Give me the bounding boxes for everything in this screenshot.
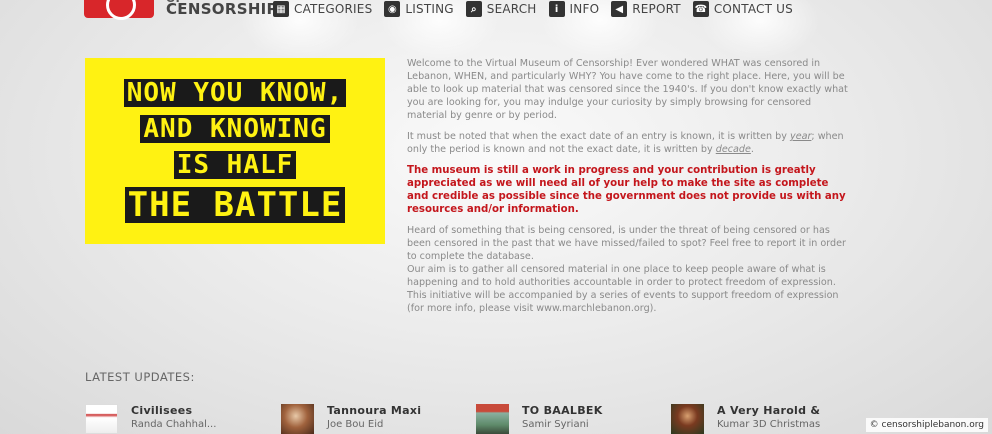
- welcome-paragraph: Welcome to the Virtual Museum of Censors…: [407, 58, 848, 121]
- nav-label: LISTING: [405, 2, 454, 16]
- megaphone-icon: ◀: [611, 1, 628, 17]
- update-thumbnail[interactable]: [671, 404, 704, 434]
- text: .: [750, 144, 754, 155]
- update-thumbnail[interactable]: [85, 404, 118, 434]
- phone-icon: ☎: [692, 1, 709, 17]
- decade-link[interactable]: decade: [716, 144, 751, 155]
- update-title[interactable]: A Very Harold &: [717, 404, 820, 418]
- update-item[interactable]: TO BAALBEK Samir Syriani: [476, 404, 603, 434]
- nav-contact[interactable]: ☎ CONTACT US: [692, 1, 793, 17]
- logo[interactable]: OF CENSORSHIP: [166, 0, 278, 18]
- text: It must be noted that when the exact dat…: [407, 131, 791, 142]
- update-title[interactable]: Tannoura Maxi: [327, 404, 421, 418]
- slogan-banner: NOW YOU KNOW, AND KNOWING IS HALF THE BA…: [85, 58, 385, 244]
- nav-label: SEARCH: [486, 2, 537, 16]
- nav-listing[interactable]: ◉ LISTING: [384, 1, 454, 17]
- listing-icon: ◉: [384, 1, 401, 17]
- banner-line: THE BATTLE: [124, 187, 346, 223]
- nav-report[interactable]: ◀ REPORT: [611, 1, 681, 17]
- report-paragraph: Heard of something that is being censore…: [407, 225, 846, 262]
- nav-label: CATEGORIES: [294, 2, 373, 16]
- year-link[interactable]: year: [790, 131, 811, 142]
- aim-paragraph: Our aim is to gather all censored materi…: [407, 264, 836, 288]
- update-thumbnail[interactable]: [476, 404, 509, 434]
- nav-label: REPORT: [632, 2, 681, 16]
- nav-info[interactable]: i INFO: [548, 1, 600, 17]
- main-nav: ▦ CATEGORIES ◉ LISTING ⌕ SEARCH i INFO ◀…: [273, 0, 805, 18]
- update-author: Joe Bou Eid: [327, 419, 384, 430]
- update-item[interactable]: Civilisees Randa Chahhal...: [85, 404, 216, 434]
- banner-line: AND KNOWING: [140, 115, 330, 143]
- update-item[interactable]: A Very Harold & Kumar 3D Christmas: [671, 404, 820, 434]
- update-thumbnail[interactable]: [281, 404, 314, 434]
- banner-line: NOW YOU KNOW,: [123, 79, 347, 107]
- banner-line: IS HALF: [173, 151, 297, 179]
- update-item[interactable]: Tannoura Maxi Joe Bou Eid: [281, 404, 421, 434]
- latest-updates-heading: LATEST UPDATES:: [85, 370, 195, 384]
- work-in-progress-notice: The museum is still a work in progress a…: [407, 165, 846, 215]
- logo-mark[interactable]: [84, 0, 154, 20]
- update-title[interactable]: Civilisees: [131, 404, 216, 418]
- logo-of: OF: [166, 0, 183, 5]
- nav-categories[interactable]: ▦ CATEGORIES: [273, 1, 372, 17]
- update-title[interactable]: TO BAALBEK: [522, 404, 603, 418]
- update-author: Kumar 3D Christmas: [717, 419, 821, 430]
- grid-icon: ▦: [273, 1, 289, 17]
- intro-text: Welcome to the Virtual Museum of Censors…: [407, 57, 853, 315]
- update-author: Randa Chahhal...: [131, 419, 217, 430]
- info-icon: i: [548, 1, 565, 17]
- nav-label: CONTACT US: [713, 2, 793, 16]
- nav-label: INFO: [569, 2, 600, 16]
- initiative-paragraph: This initiative will be accompanied by a…: [407, 290, 839, 314]
- image-credit: © censorshiplebanon.org: [865, 418, 988, 432]
- search-icon: ⌕: [465, 1, 482, 17]
- nav-search[interactable]: ⌕ SEARCH: [465, 1, 537, 17]
- date-note-paragraph: It must be noted that when the exact dat…: [407, 130, 853, 156]
- update-author: Samir Syriani: [522, 419, 589, 430]
